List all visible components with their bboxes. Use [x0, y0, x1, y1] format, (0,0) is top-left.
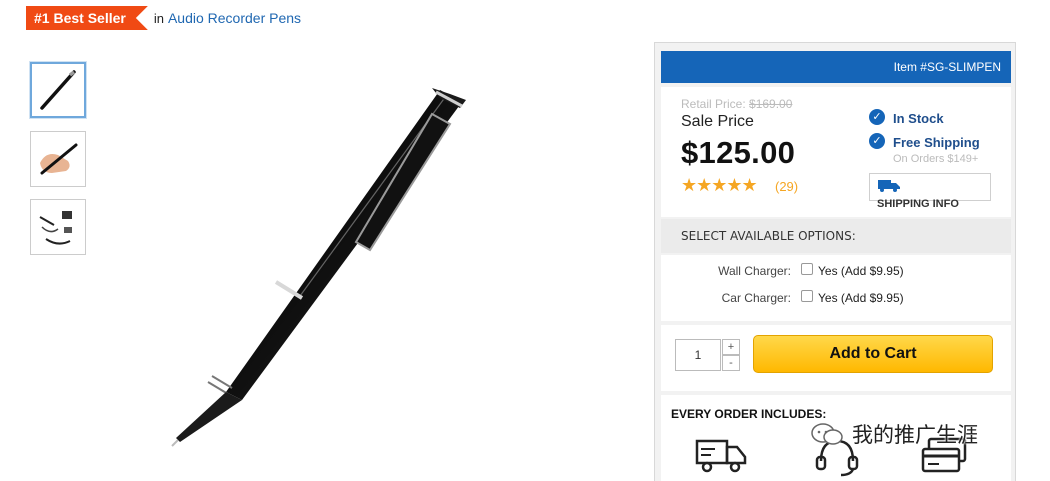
rating-stars[interactable]: ★★★★★ [681, 175, 758, 196]
price-box: Retail Price: $169.00 Sale Price $125.00… [661, 87, 1011, 217]
options-heading: SELECT AVAILABLE OPTIONS: [661, 219, 1011, 253]
sale-price-value: $125.00 [681, 135, 796, 170]
chat-bubble-icon [811, 423, 843, 445]
thumbnail-pen[interactable] [30, 62, 86, 118]
retail-price: Retail Price: $169.00 [681, 97, 792, 111]
thumbnail-accessories[interactable] [30, 199, 86, 255]
option-choice[interactable]: Yes (Add $9.95) [818, 264, 904, 278]
watermark-text: 我的推广生涯 [852, 423, 978, 447]
option-wall-charger: Wall Charger: Yes (Add $9.95) [661, 261, 1011, 281]
add-to-cart-section: 1 + - Add to Cart [661, 325, 1011, 391]
retail-price-value: $169.00 [749, 97, 793, 111]
best-seller-badge: #1 Best Seller [26, 6, 148, 30]
sale-price-label: Sale Price [681, 113, 754, 130]
item-number-bar: Item #SG-SLIMPEN [661, 51, 1011, 83]
option-label: Car Charger: [721, 291, 791, 305]
shipping-info-label: SHIPPING INFO [877, 198, 959, 210]
free-shipping-threshold: On Orders $149+ [893, 153, 979, 165]
option-car-charger: Car Charger: Yes (Add $9.95) [661, 288, 1011, 308]
wall-charger-checkbox[interactable] [801, 263, 813, 275]
hand-thumbnail-image [40, 143, 78, 175]
option-label: Wall Charger: [718, 264, 791, 278]
quantity-decrease-button[interactable]: - [722, 355, 740, 371]
truck-icon [695, 439, 747, 473]
option-choice[interactable]: Yes (Add $9.95) [818, 291, 904, 305]
quantity-input[interactable]: 1 [675, 339, 721, 371]
car-charger-checkbox[interactable] [801, 290, 813, 302]
purchase-panel: Item #SG-SLIMPEN Retail Price: $169.00 S… [654, 42, 1016, 481]
accessories-thumbnail-image [39, 211, 72, 245]
best-seller-row: #1 Best Seller in Audio Recorder Pens [26, 6, 301, 30]
checkmark-icon: ✓ [869, 109, 885, 125]
review-count[interactable]: (29) [775, 179, 798, 194]
shipping-info-button[interactable]: SHIPPING INFO [869, 173, 991, 210]
thumbnail-pen-in-hand[interactable] [30, 131, 86, 187]
every-order-heading: EVERY ORDER INCLUDES: [671, 407, 827, 421]
badge-in-text: in [153, 10, 164, 26]
category-link[interactable]: Audio Recorder Pens [168, 10, 301, 26]
free-shipping-label: Free Shipping [893, 135, 980, 150]
pen-thumbnail-image [40, 70, 76, 110]
options-list: Wall Charger: Yes (Add $9.95) Car Charge… [661, 255, 1011, 321]
in-stock-label: In Stock [893, 111, 944, 126]
add-to-cart-button[interactable]: Add to Cart [753, 335, 993, 373]
product-main-image [171, 88, 466, 447]
quantity-increase-button[interactable]: + [722, 339, 740, 355]
retail-price-label: Retail Price: [681, 97, 746, 111]
truck-icon [878, 180, 900, 192]
checkmark-icon: ✓ [869, 133, 885, 149]
watermark: 我的推广生涯 [810, 418, 978, 450]
